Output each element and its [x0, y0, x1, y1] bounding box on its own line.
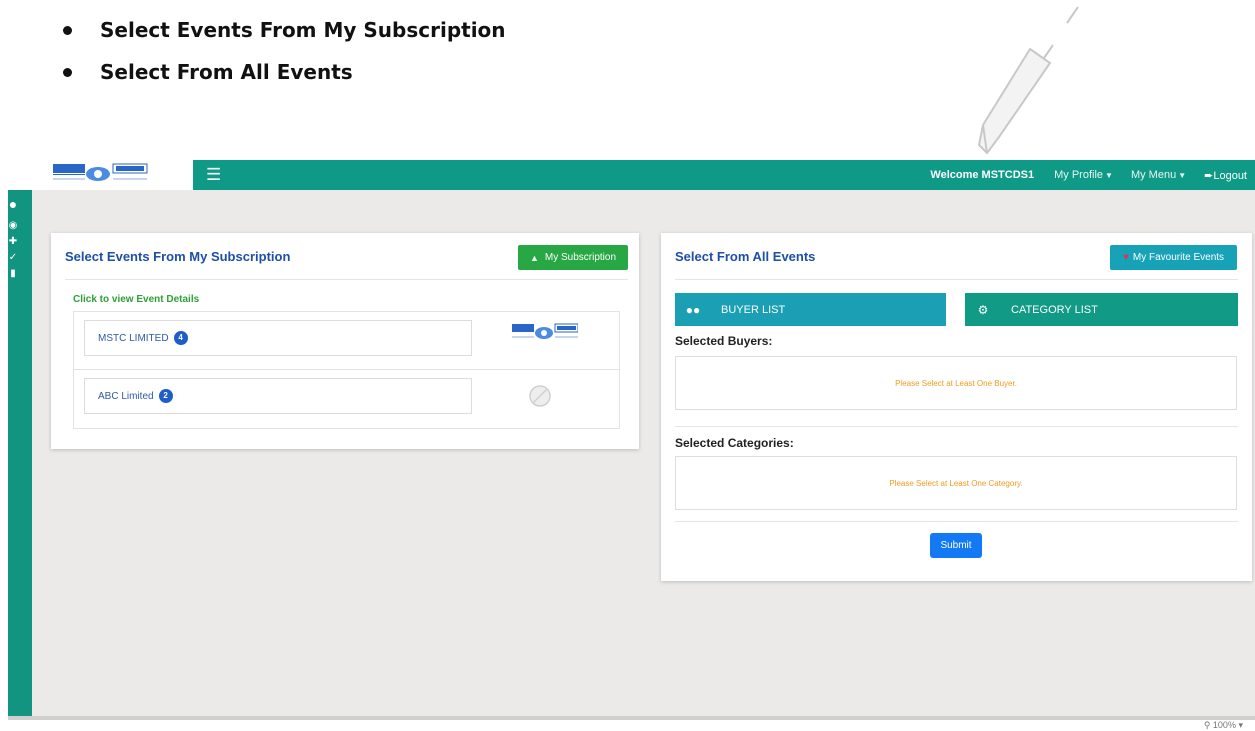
mstc-logo — [53, 163, 148, 181]
users-icon: ●● — [685, 302, 701, 317]
sidebar: ● ◉ ✚ ✓ ▮ — [8, 190, 32, 720]
selected-buyers-label: Selected Buyers: — [675, 334, 773, 348]
buyer-list-button[interactable]: ●● BUYER LIST — [675, 293, 946, 326]
buyers-placeholder-text: Please Select at Least One Buyer. — [895, 378, 1017, 388]
heart-icon: ♥ — [1122, 252, 1129, 263]
zoom-icon: ⚲ — [1203, 720, 1213, 730]
my-menu-menu[interactable]: My Menu ▼ — [1131, 169, 1186, 181]
caret-down-icon: ▼ — [1178, 171, 1187, 180]
caret-down-icon: ▾ — [1238, 720, 1243, 730]
bullet-dot — [63, 68, 72, 77]
dashboard-icon[interactable]: ◉ — [8, 220, 18, 231]
divider — [65, 279, 628, 280]
document-bullet-list: Select Events From My Subscription Selec… — [60, 15, 506, 99]
subscription-card-title: Select Events From My Subscription — [65, 249, 291, 264]
my-menu-label: My Menu — [1130, 169, 1177, 181]
event-count-badge: 4 — [173, 331, 188, 345]
my-subscription-label: My Subscription — [544, 252, 617, 263]
logout-icon: ➨ — [1204, 169, 1214, 182]
my-subscription-button[interactable]: ▲ My Subscription — [518, 245, 628, 270]
subscription-name: ABC Limited — [98, 390, 154, 402]
edit-icon[interactable]: ✓ — [8, 252, 18, 263]
subscription-item-mstc[interactable]: MSTC LIMITED 4 — [84, 320, 472, 356]
pencil-icon — [977, 6, 1079, 155]
tools-icon[interactable]: ✚ — [8, 236, 18, 247]
caret-down-icon: ▼ — [1105, 171, 1113, 180]
subscription-name: MSTC LIMITED — [98, 332, 169, 344]
bullet-text: Select Events From My Subscription — [100, 18, 506, 42]
all-events-card-title: Select From All Events — [675, 249, 816, 264]
categories-placeholder-text: Please Select at Least One Category. — [889, 478, 1023, 488]
cogs-icon: ⚙ — [977, 302, 989, 317]
bullet-item: Select Events From My Subscription — [60, 15, 506, 57]
my-profile-menu[interactable]: My Profile ▼ — [1054, 169, 1113, 181]
submit-label: Submit — [940, 540, 972, 551]
category-list-label: CATEGORY LIST — [1011, 303, 1098, 316]
logo-area — [8, 160, 193, 190]
my-favourite-events-button[interactable]: ♥ My Favourite Events — [1110, 245, 1237, 270]
selected-categories-box: Please Select at Least One Category. — [675, 456, 1237, 510]
bullet-text: Select From All Events — [100, 60, 353, 84]
submit-button[interactable]: Submit — [930, 533, 982, 558]
bullet-dot — [63, 26, 72, 35]
all-events-card: Select From All Events ♥ My Favourite Ev… — [661, 233, 1252, 581]
divider — [675, 279, 1238, 280]
subscription-table: MSTC LIMITED 4 ABC Limited 2 — [73, 311, 620, 429]
logout-label: Logout — [1213, 169, 1247, 182]
app-window: ☰ Welcome MSTCDS1 My Profile ▼ My Menu ▼ ➨… — [8, 160, 1255, 720]
category-list-button[interactable]: ⚙ CATEGORY LIST — [965, 293, 1238, 326]
bullet-item: Select From All Events — [60, 57, 506, 99]
no-image-icon — [529, 385, 551, 407]
nav-right: Welcome MSTCDS1 My Profile ▼ My Menu ▼ ➨Lo… — [930, 160, 1247, 190]
click-to-view-label: Click to view Event Details — [73, 294, 200, 305]
top-navbar: ☰ Welcome MSTCDS1 My Profile ▼ My Menu ▼ ➨… — [8, 160, 1255, 190]
welcome-text: Welcome MSTCDS1 — [930, 169, 1035, 181]
logout-link[interactable]: ➨Logout — [1204, 169, 1247, 182]
chart-icon[interactable]: ▮ — [8, 268, 18, 279]
divider — [675, 426, 1238, 427]
zoom-level[interactable]: ⚲ 100% ▾ — [1204, 720, 1243, 731]
selected-categories-label: Selected Categories: — [675, 436, 794, 450]
mstc-logo — [512, 323, 578, 339]
buyer-list-label: BUYER LIST — [721, 303, 786, 316]
hamburger-icon[interactable]: ☰ — [206, 165, 221, 185]
table-row: ABC Limited 2 — [74, 369, 619, 427]
zoom-value: 100% — [1212, 720, 1236, 730]
event-count-badge: 2 — [158, 389, 173, 403]
bell-icon: ▲ — [529, 252, 539, 263]
divider — [675, 521, 1238, 522]
selected-buyers-box: Please Select at Least One Buyer. — [675, 356, 1237, 410]
subscription-card: Select Events From My Subscription ▲ My … — [51, 233, 639, 449]
status-bar — [8, 716, 1255, 720]
my-favourite-events-label: My Favourite Events — [1132, 252, 1225, 263]
my-profile-label: My Profile — [1054, 169, 1104, 181]
user-icon[interactable]: ● — [8, 196, 18, 212]
subscription-item-abc[interactable]: ABC Limited 2 — [84, 378, 472, 414]
table-row: MSTC LIMITED 4 — [74, 312, 619, 369]
